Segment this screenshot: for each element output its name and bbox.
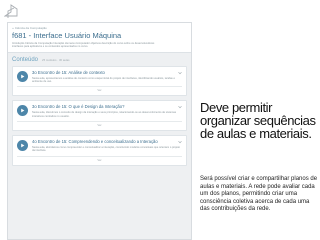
chevron-down-icon[interactable]	[178, 140, 182, 144]
lesson-title[interactable]: 4o Encontro de 15: Compreendendo e conce…	[32, 139, 182, 144]
lesson-description: Nesta aula, discutimos o conceito de des…	[32, 111, 177, 118]
contents-title: Conteúdo	[12, 56, 39, 63]
play-icon[interactable]	[17, 140, 28, 151]
lesson-description: Nesta aula, apresentamos a análise de co…	[32, 76, 175, 84]
slide-headline: Deve permitir organizar sequências de au…	[200, 100, 316, 141]
breadcrumb[interactable]: ‹‹ Ciência da Computação	[12, 26, 187, 30]
lesson-title[interactable]: 3o Encontro de 15: O que é Design da Int…	[32, 104, 182, 109]
divider	[17, 86, 182, 88]
chevron-down-icon[interactable]	[178, 71, 182, 75]
course-page-screenshot: ‹‹ Ciência da Computação f681 - Interfac…	[7, 22, 192, 240]
contents-meta: 25 módulos · 30 aulas	[42, 57, 70, 62]
lesson-view-link[interactable]: Ver	[17, 124, 182, 127]
contents-bar: Conteúdo 25 módulos · 30 aulas	[8, 53, 191, 66]
corner-logo-icon	[4, 4, 18, 18]
lesson-title[interactable]: 3o Encontro de 15: Análise de contexto	[32, 70, 182, 75]
lesson-description: Nesta aula, abordamos como compreender e…	[32, 146, 180, 153]
lesson-list: 3o Encontro de 15: Análise de contexto N…	[8, 65, 191, 166]
lesson-view-link[interactable]: Ver	[17, 89, 182, 92]
lesson-card[interactable]: 4o Encontro de 15: Compreendendo e conce…	[12, 135, 187, 166]
slide-body-text: Será possível criar e compartilhar plano…	[200, 176, 318, 212]
play-icon[interactable]	[17, 70, 28, 82]
lesson-card[interactable]: 3o Encontro de 15: Análise de contexto N…	[12, 65, 187, 97]
lesson-view-link[interactable]: Ver	[17, 158, 182, 162]
divider	[17, 155, 182, 157]
course-header: ‹‹ Ciência da Computação f681 - Interfac…	[8, 23, 191, 53]
play-icon[interactable]	[17, 105, 28, 117]
course-description: Introdução Ciência da Computação Interaç…	[12, 42, 155, 49]
divider	[17, 121, 182, 122]
course-title: f681 - Interface Usuário Máquina	[12, 31, 122, 40]
chevron-down-icon[interactable]	[178, 105, 182, 109]
lesson-card[interactable]: 3o Encontro de 15: O que é Design da Int…	[12, 100, 187, 131]
